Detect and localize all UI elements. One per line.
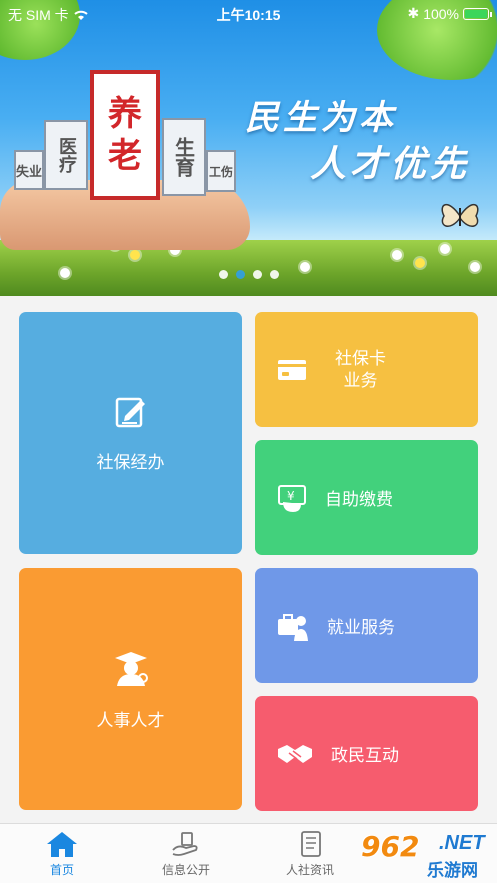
- battery-icon: [463, 7, 492, 20]
- banner-carousel[interactable]: 失业 医疗 养 老 生育 工伤 民生为本 人才优先: [0, 0, 497, 296]
- watermark-net: .NET: [439, 832, 485, 854]
- house-left2: 失业: [14, 150, 44, 190]
- hr-talent-label: 人事人才: [96, 710, 165, 730]
- status-bar: 无 SIM 卡 上午10:15 ✱ 100%: [0, 0, 497, 26]
- social-security-label: 社保经办: [96, 452, 165, 472]
- house-center: 养 老: [90, 70, 160, 200]
- carousel-dot[interactable]: [218, 270, 228, 279]
- tab-info-public[interactable]: 信息公开: [136, 830, 236, 878]
- news-icon: [301, 831, 321, 857]
- carousel-dot[interactable]: [269, 270, 279, 279]
- briefcase-person-icon: [277, 611, 309, 641]
- tab-news[interactable]: 人社资讯: [260, 830, 360, 878]
- employment-tile[interactable]: 就业服务: [255, 568, 478, 683]
- carousel-dot[interactable]: [252, 270, 262, 279]
- house-right2: 工伤: [206, 150, 236, 192]
- social-security-tile[interactable]: 社保经办: [19, 312, 242, 554]
- card-business-label: 社保卡 业务: [335, 348, 386, 390]
- house-left1: 医疗: [44, 120, 88, 190]
- tab-home[interactable]: 首页: [12, 830, 112, 878]
- card-icon: [277, 358, 307, 382]
- carousel-dot-active[interactable]: [235, 270, 245, 279]
- edit-document-icon: [113, 394, 149, 430]
- hand-info-icon: [172, 832, 198, 856]
- svg-text:¥: ¥: [287, 489, 295, 503]
- bluetooth-icon: ✱: [407, 5, 420, 21]
- slogan-line1: 民生为本: [245, 98, 397, 138]
- yuan-payment-icon: ¥: [277, 482, 307, 514]
- slogan-line2: 人才优先: [310, 143, 471, 185]
- tab-news-label: 人社资讯: [285, 863, 334, 877]
- carousel-indicator: [0, 270, 497, 279]
- employment-label: 就业服务: [327, 618, 395, 637]
- house-right1: 生育: [162, 118, 206, 196]
- graduate-icon: [111, 648, 151, 688]
- self-payment-tile[interactable]: ¥ 自助缴费: [255, 440, 478, 555]
- handshake-icon: [277, 741, 313, 767]
- tab-home-label: 首页: [49, 863, 74, 877]
- interaction-tile[interactable]: 政民互动: [255, 696, 478, 811]
- home-icon: [47, 832, 77, 857]
- battery-percent: 100%: [423, 5, 459, 22]
- status-right: ✱ 100%: [407, 5, 492, 22]
- butterfly-icon: [441, 204, 479, 227]
- tab-info-public-label: 信息公开: [161, 863, 210, 877]
- site-watermark: 962 .NET 乐游网: [361, 828, 491, 880]
- hr-talent-tile[interactable]: 人事人才: [19, 568, 242, 810]
- watermark-brand: 乐游网: [427, 861, 478, 880]
- watermark-number: 962: [361, 830, 420, 863]
- interaction-label: 政民互动: [331, 746, 399, 765]
- self-payment-label: 自助缴费: [325, 490, 393, 509]
- card-business-tile[interactable]: 社保卡 业务: [255, 312, 478, 427]
